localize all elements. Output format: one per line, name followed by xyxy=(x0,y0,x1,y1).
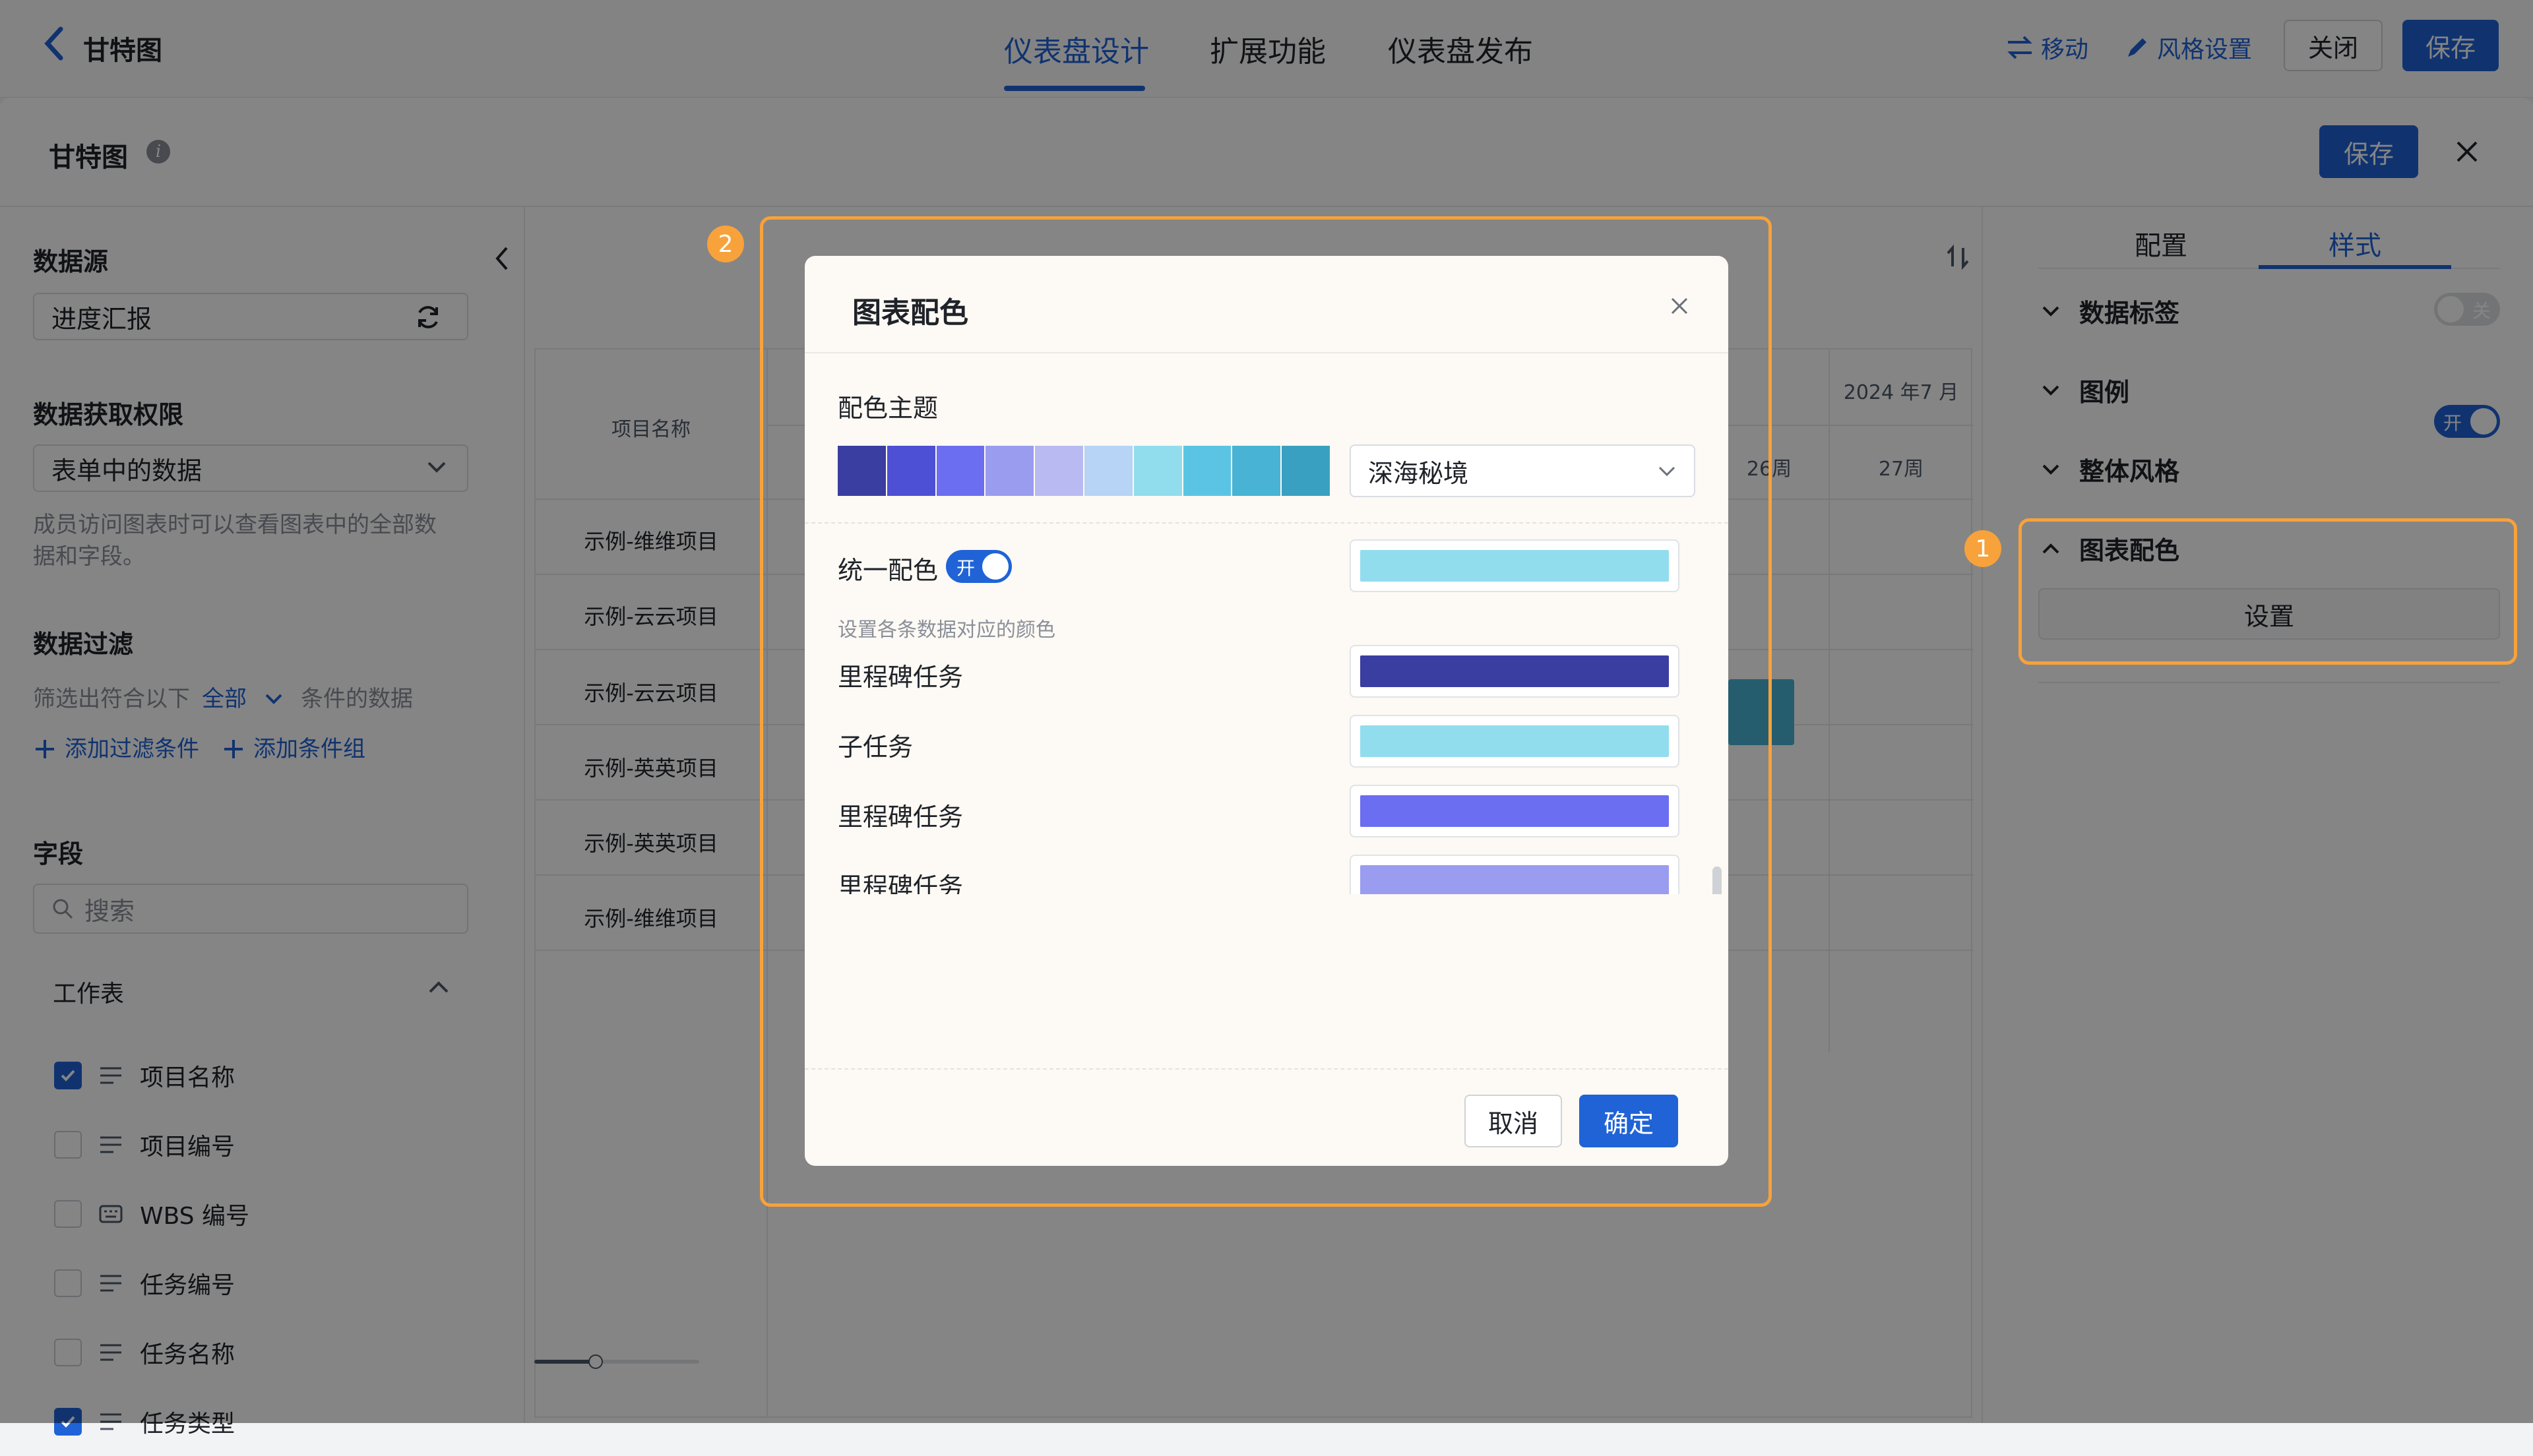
theme-color-swatch xyxy=(838,446,886,496)
series-color-label: 里程碑任务 xyxy=(838,872,964,894)
theme-color-swatch xyxy=(1084,446,1133,496)
close-icon[interactable] xyxy=(1669,295,1690,317)
confirm-button[interactable]: 确定 xyxy=(1579,1095,1678,1147)
theme-color-swatch xyxy=(1232,446,1281,496)
theme-color-swatch xyxy=(1133,446,1182,496)
toggle-text: 开 xyxy=(956,557,976,579)
color-swatch xyxy=(1360,865,1669,894)
color-settings-scroll-area[interactable]: 统一配色 开 设置各条数据对应的颜色 里程碑任务子任务里程碑任务里程碑任务子任务… xyxy=(805,524,1728,894)
color-swatch xyxy=(1360,795,1669,827)
chevron-down-icon xyxy=(1657,464,1677,479)
theme-color-swatch xyxy=(1282,446,1330,496)
theme-color-swatch xyxy=(887,446,935,496)
series-color-label: 子任务 xyxy=(838,733,914,762)
series-color-picker[interactable] xyxy=(1350,855,1679,894)
series-color-label: 里程碑任务 xyxy=(838,663,964,692)
highlight-chart-color xyxy=(2018,518,2517,665)
step-badge: 1 xyxy=(1964,530,2001,567)
series-color-picker[interactable] xyxy=(1350,715,1679,768)
theme-color-swatch xyxy=(1183,446,1232,496)
dialog-footer-divider xyxy=(805,1068,1728,1070)
unify-color-picker[interactable] xyxy=(1350,539,1679,592)
color-swatch xyxy=(1360,550,1669,582)
theme-color-swatch xyxy=(985,446,1034,496)
toggle-knob xyxy=(982,553,1009,580)
scrollbar[interactable] xyxy=(1712,866,1722,894)
theme-label: 配色主题 xyxy=(838,394,939,423)
unify-color-toggle[interactable]: 开 xyxy=(946,550,1012,583)
theme-name: 深海秘境 xyxy=(1368,458,1469,488)
color-swatch xyxy=(1360,655,1669,687)
theme-color-swatch xyxy=(936,446,985,496)
cancel-button[interactable]: 取消 xyxy=(1464,1095,1562,1147)
per-data-hint: 设置各条数据对应的颜色 xyxy=(838,619,1055,642)
color-swatch xyxy=(1360,725,1669,757)
series-color-label: 里程碑任务 xyxy=(838,803,964,832)
step-badge: 2 xyxy=(707,226,744,262)
series-color-picker[interactable] xyxy=(1350,785,1679,837)
dialog-title: 图表配色 xyxy=(852,296,968,330)
chart-color-dialog: 图表配色 配色主题 深海秘境 统一配色 开 设置各条数据对应的颜色 里程碑任务子… xyxy=(805,256,1728,1166)
unify-color-label: 统一配色 xyxy=(838,556,939,585)
theme-color-strip xyxy=(838,446,1331,496)
series-color-picker[interactable] xyxy=(1350,645,1679,698)
theme-select[interactable]: 深海秘境 xyxy=(1350,444,1695,497)
dialog-divider xyxy=(805,352,1728,353)
theme-color-swatch xyxy=(1035,446,1083,496)
